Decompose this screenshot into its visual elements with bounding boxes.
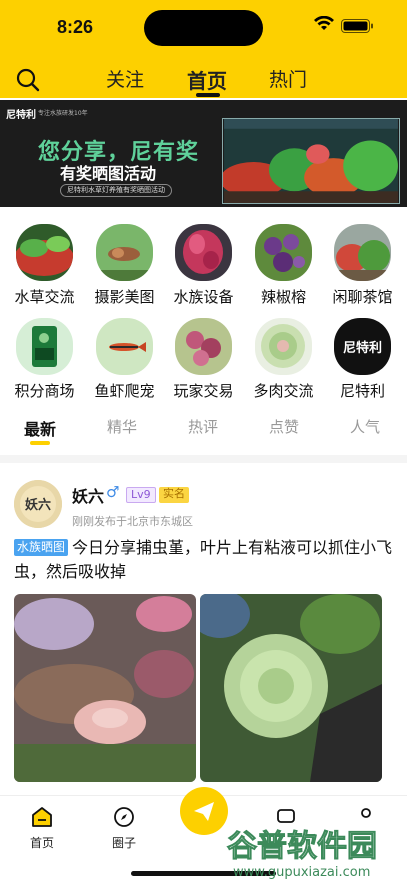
post-meta: 刚刚发布于北京市东城区 [72,515,193,528]
tab-home[interactable]: 首页 [187,65,227,94]
home-icon [32,807,52,827]
category-label: 水族设备 [173,289,234,306]
compass-icon [114,807,134,827]
status-time: 8:26 [57,17,94,37]
category-label: 水草交流 [14,289,75,306]
verified-badge: 实名 [159,487,189,503]
watermark-text: 谷普软件园 [227,829,377,864]
feed-tabs: 最新 精华 热评 点赞 人气 [0,416,407,445]
stem-plant-icon [175,318,232,375]
aquascape-icon [334,224,391,281]
watermark-url: www.gupuxiazai.com [233,865,370,880]
post-image[interactable] [200,594,382,782]
shrimp-photo-icon [96,224,153,281]
battery-icon [341,19,373,33]
product-bag-icon [16,318,73,375]
aquarium-image [222,118,400,204]
level-badge: Lv9 [126,487,156,503]
post-tag[interactable]: 水族晒图 [14,539,69,556]
section-divider [0,455,407,463]
category-label: 摄影美图 [94,289,155,306]
category-item[interactable]: 水族设备 [163,224,244,307]
post-image[interactable] [14,594,196,782]
category-item[interactable]: 闲聊茶馆 [322,224,403,307]
tabbar-home[interactable]: 首页 [12,806,72,851]
banner-brand: 尼特利 [6,110,36,121]
post-text[interactable]: 水族晒图 今日分享捕虫堇，叶片上有粘液可以抓住小飞虫，然后吸收掉 [14,537,394,585]
category-item[interactable]: 多肉交流 [243,318,324,401]
feed-tab-latest[interactable]: 最新 [24,416,56,440]
category-item[interactable]: 尼特利 尼特利 [322,318,403,401]
purple-plant-icon [255,224,312,281]
tabbar-circle[interactable]: 圈子 [94,806,154,851]
feed-tab-indicator [30,441,50,445]
category-label: 辣椒榕 [260,289,306,306]
fish-icon [96,318,153,375]
category-label: 闲聊茶馆 [332,289,393,306]
category-item[interactable]: 鱼虾爬宠 [84,318,165,401]
avatar[interactable]: 妖六 [14,480,62,528]
dynamic-island [144,10,263,46]
feed-tab-hot-comments[interactable]: 热评 [188,416,218,437]
category-label: 尼特利 [339,383,385,400]
gender-male-icon: ♂ [106,483,120,501]
feed-tab-featured[interactable]: 精华 [107,416,137,437]
tabbar-circle-label: 圈子 [111,836,136,850]
category-label: 积分商场 [14,383,75,400]
send-icon [194,802,214,821]
tab-indicator [196,93,220,97]
tabbar-home-label: 首页 [29,836,54,850]
banner-subtitle: 专注水族研发10年 [38,110,88,117]
post-body: 今日分享捕虫堇，叶片上有粘液可以抓住小飞虫，然后吸收掉 [14,540,393,581]
category-item[interactable]: 摄影美图 [84,224,165,307]
status-bar: 8:26 [0,0,407,56]
promo-banner[interactable]: 尼特利 专注水族研发10年 您分享，尼有奖 有奖晒图活动 尼特利水草灯养殖有奖晒… [0,100,407,207]
watermark: 谷普软件园 www.gupuxiazai.com [223,818,407,883]
succulent-icon [255,318,312,375]
search-icon[interactable] [15,67,41,93]
feed-tab-popular[interactable]: 人气 [350,416,380,437]
category-label: 多肉交流 [253,383,314,400]
red-plant-icon [175,224,232,281]
category-label: 玩家交易 [173,383,234,400]
app-header: 8:26 关注 首页 热门 [0,0,407,98]
wifi-icon [314,16,334,30]
category-item[interactable]: 水草交流 [4,224,85,307]
brand-logo-text: 尼特利 [342,341,382,356]
category-item[interactable]: 辣椒榕 [243,224,324,307]
category-label: 鱼虾爬宠 [94,383,155,400]
banner-title-2: 有奖晒图活动 [60,164,157,183]
brand-logo-icon: 尼特利 [334,318,391,375]
publish-button[interactable] [180,787,228,835]
avatar-text: 妖六 [25,497,51,513]
watermark-graphic: 谷普软件园 www.gupuxiazai.com [227,829,378,881]
aquatic-plant-icon [16,224,73,281]
username[interactable]: 妖六 [72,483,104,507]
banner-pill: 尼特利水草灯养殖有奖晒图活动 [60,184,172,197]
feed-tab-likes[interactable]: 点赞 [269,416,299,437]
top-nav: 关注 首页 热门 [0,62,407,97]
category-item[interactable]: 玩家交易 [163,318,244,401]
category-item[interactable]: 积分商场 [4,318,85,401]
tab-follow[interactable]: 关注 [106,65,144,92]
tab-hot[interactable]: 热门 [269,65,307,92]
